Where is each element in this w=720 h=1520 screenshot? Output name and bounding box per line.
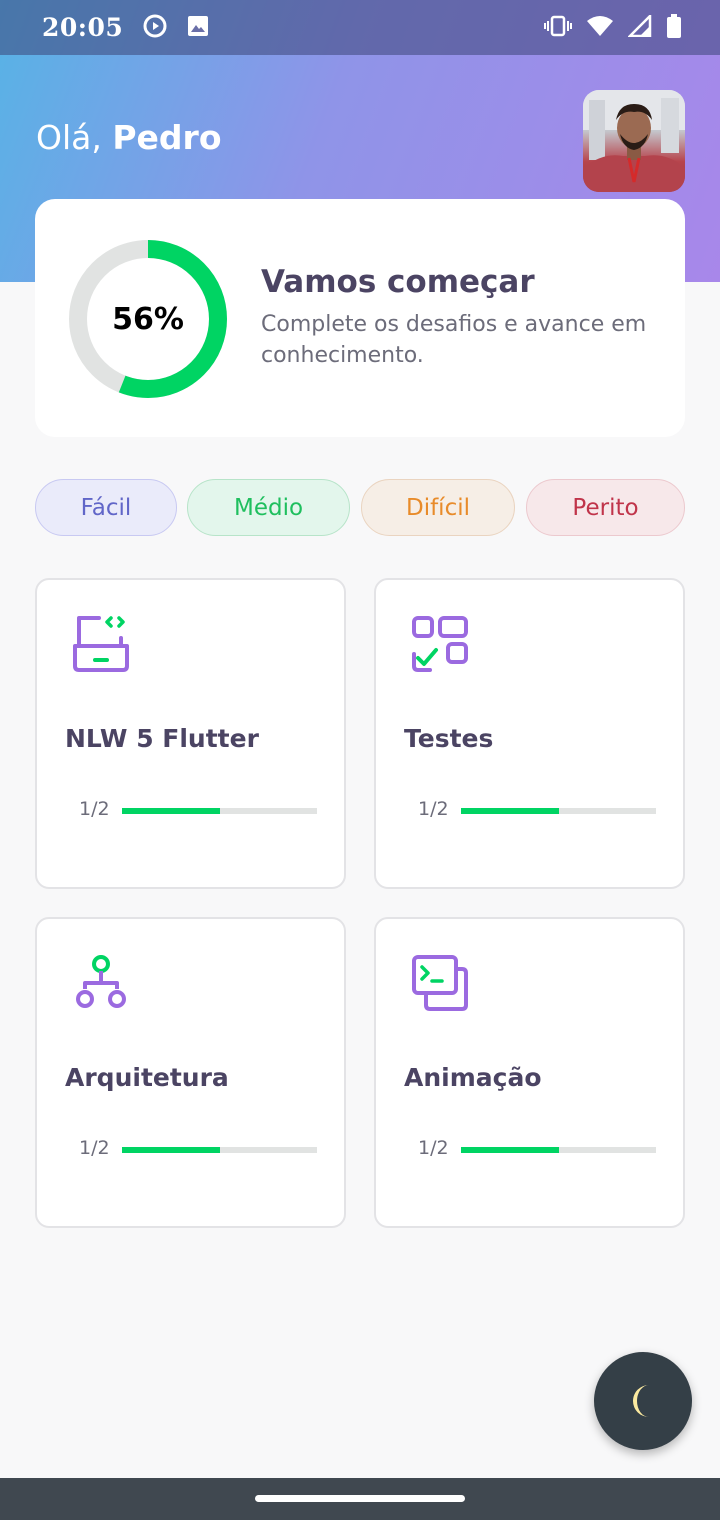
hierarchy-icon bbox=[76, 955, 126, 1008]
avatar-photo bbox=[583, 90, 685, 192]
moon-icon bbox=[633, 1385, 649, 1417]
quiz-progress-label: 1/2 bbox=[79, 798, 110, 820]
quiz-card-arquitetura[interactable]: Arquitetura 1/2 bbox=[35, 917, 346, 1228]
level-button-facil[interactable]: Fácil bbox=[35, 479, 177, 536]
terminal-window-icon bbox=[412, 955, 468, 1011]
quiz-progress-track bbox=[461, 808, 656, 814]
quiz-title: Animação bbox=[404, 1063, 542, 1092]
user-name: Pedro bbox=[112, 118, 222, 157]
wifi-icon bbox=[586, 15, 614, 41]
greeting-text: Olá, bbox=[36, 118, 102, 157]
quiz-card-nlw[interactable]: NLW 5 Flutter 1/2 bbox=[35, 578, 346, 889]
status-bar: 20:05 bbox=[0, 0, 720, 55]
quiz-progress-fill bbox=[122, 1147, 220, 1153]
score-subtitle: Complete os desafios e avance em conheci… bbox=[261, 312, 647, 368]
quiz-title: NLW 5 Flutter bbox=[65, 724, 259, 753]
quiz-progress-fill bbox=[122, 808, 220, 814]
greeting: Olá, Pedro bbox=[36, 118, 222, 157]
quiz-title: Testes bbox=[404, 724, 494, 753]
level-button-dificil[interactable]: Difícil bbox=[361, 479, 515, 536]
score-title: Vamos começar bbox=[261, 264, 535, 300]
home-gesture-handle[interactable] bbox=[255, 1495, 465, 1502]
navigation-bar bbox=[0, 1478, 720, 1520]
media-play-icon bbox=[143, 14, 167, 42]
theme-toggle-button[interactable] bbox=[594, 1352, 692, 1450]
level-button-medio[interactable]: Médio bbox=[187, 479, 350, 536]
signal-icon bbox=[626, 12, 652, 41]
vibrate-icon bbox=[544, 15, 572, 41]
quiz-title: Arquitetura bbox=[65, 1063, 229, 1092]
battery-icon bbox=[666, 13, 682, 42]
avatar[interactable] bbox=[583, 90, 685, 192]
quiz-progress-track bbox=[122, 808, 317, 814]
quiz-progress-label: 1/2 bbox=[418, 1137, 449, 1159]
progress-percent: 56% bbox=[112, 301, 184, 337]
quiz-progress-track bbox=[461, 1147, 656, 1153]
checklist-grid-icon bbox=[412, 616, 468, 672]
quiz-progress-fill bbox=[461, 1147, 559, 1153]
laptop-code-icon bbox=[73, 616, 129, 672]
quiz-card-animacao[interactable]: Animação 1/2 bbox=[374, 917, 685, 1228]
quiz-card-testes[interactable]: Testes 1/2 bbox=[374, 578, 685, 889]
image-icon bbox=[187, 15, 209, 41]
status-time: 20:05 bbox=[42, 13, 124, 42]
quiz-progress-track bbox=[122, 1147, 317, 1153]
quiz-progress-label: 1/2 bbox=[418, 798, 449, 820]
quiz-progress-label: 1/2 bbox=[79, 1137, 110, 1159]
quiz-progress-fill bbox=[461, 808, 559, 814]
level-button-perito[interactable]: Perito bbox=[526, 479, 685, 536]
